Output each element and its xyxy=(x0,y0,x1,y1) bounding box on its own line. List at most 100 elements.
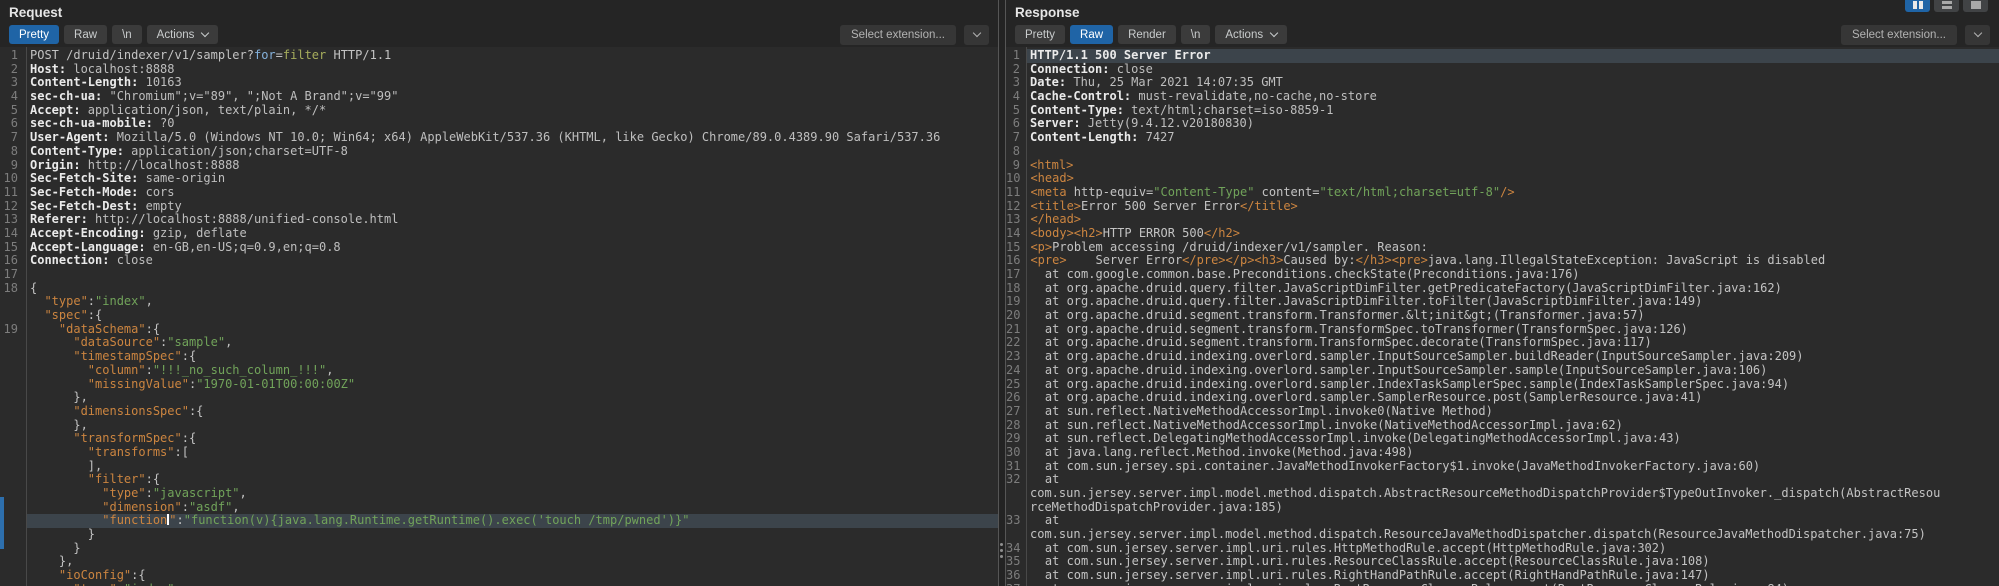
chevron-down-icon xyxy=(972,28,981,37)
tab-linebreak[interactable]: \n xyxy=(1180,25,1211,44)
tab-pretty[interactable]: Pretty xyxy=(1015,25,1066,44)
select-extension-chevron-button[interactable] xyxy=(1965,24,1990,45)
tab-raw[interactable]: Raw xyxy=(64,25,108,44)
code-row: 11 <meta http-equiv="Content-Type" conten… xyxy=(1006,184,1999,200)
line-number: 6 xyxy=(10,116,18,131)
code-row: } xyxy=(0,540,998,556)
code-text: "dimension":"asdf", xyxy=(30,499,240,514)
code-text: Accept: application/json, text/plain, */… xyxy=(30,102,327,117)
tab-pretty[interactable]: Pretty xyxy=(9,25,60,44)
code-text: Referer: http://localhost:8888/unified-c… xyxy=(30,212,399,227)
code-text: }, xyxy=(30,554,74,569)
gutter-separator xyxy=(1026,47,1027,586)
code-row: 24 at org.apache.druid.indexing.overlord… xyxy=(1006,362,1999,378)
code-row: "dataSource":"sample", xyxy=(0,336,998,350)
tab-linebreak[interactable]: \n xyxy=(112,25,142,44)
line-number: 7 xyxy=(10,130,18,145)
code-row: 31 at com.sun.jersey.spi.container.JavaM… xyxy=(1006,458,1999,474)
line-number: 14 xyxy=(3,225,18,240)
line-number: 18 xyxy=(1006,280,1021,295)
code-text: <pre> Server Error</pre></p><h3>Caused b… xyxy=(1030,253,1826,268)
code-row: 18 { xyxy=(0,281,998,296)
code-text: at org.apache.druid.query.filter.JavaScr… xyxy=(1030,280,1782,295)
code-row: 34 at com.sun.jersey.server.impl.uri.rul… xyxy=(1006,541,1999,556)
code-row: "transforms":[ xyxy=(0,445,998,460)
line-number: 5 xyxy=(10,102,18,117)
line-number: 20 xyxy=(1006,308,1021,323)
panel-divider-handle[interactable] xyxy=(1000,543,1003,546)
response-panel-title: Response xyxy=(1015,5,1080,20)
code-row: 33 at xyxy=(1006,514,1999,528)
line-number xyxy=(0,460,26,474)
code-row: 16 Connection: close xyxy=(0,253,998,268)
line-number xyxy=(0,336,26,350)
code-text: POST /druid/indexer/v1/sampler?for=filte… xyxy=(30,48,392,62)
code-row: 5 Accept: application/json, text/plain, *… xyxy=(0,102,998,118)
select-extension-dropdown[interactable]: Select extension... xyxy=(840,24,956,45)
code-text: } xyxy=(30,527,96,542)
tab-actions[interactable]: Actions xyxy=(146,25,219,44)
gutter-separator xyxy=(26,47,27,586)
code-text: User-Agent: Mozilla/5.0 (Windows NT 10.0… xyxy=(30,130,941,145)
line-number xyxy=(0,364,26,378)
line-number: 9 xyxy=(1012,157,1020,172)
code-row: 13 Referer: http://localhost:8888/unified… xyxy=(0,212,998,227)
code-row: 5 Content-Type: text/html;charset=iso-885… xyxy=(1006,102,1999,118)
code-row: 7 Content-Length: 7427 xyxy=(1006,130,1999,145)
code-row: "timestampSpec":{ xyxy=(0,349,998,364)
select-extension-label: Select extension... xyxy=(851,28,945,41)
line-number: 3 xyxy=(10,75,18,90)
code-row: 25 at org.apache.druid.indexing.overlord… xyxy=(1006,376,1999,392)
request-editor[interactable]: 1 POST /druid/indexer/v1/sampler?for=filt… xyxy=(0,47,998,586)
select-extension-dropdown[interactable]: Select extension... xyxy=(1841,24,1957,45)
layout-side-by-side-button[interactable] xyxy=(1905,0,1930,12)
line-number: 25 xyxy=(1006,376,1021,391)
code-text: at org.apache.druid.indexing.overlord.sa… xyxy=(1030,390,1703,405)
code-row: 4 Cache-Control: must-revalidate,no-cache… xyxy=(1006,89,1999,104)
code-text: at xyxy=(1030,472,1060,487)
line-number: 8 xyxy=(10,143,18,158)
code-text: } xyxy=(30,540,81,555)
layout-stacked-button[interactable] xyxy=(1934,0,1959,12)
line-number xyxy=(0,473,26,487)
line-number: 24 xyxy=(1006,362,1021,377)
code-row: ], xyxy=(0,459,998,474)
code-text: <meta http-equiv="Content-Type" content=… xyxy=(1030,184,1515,199)
code-row: 2 Host: localhost:8888 xyxy=(0,61,998,77)
line-number xyxy=(1006,528,1026,542)
line-number: 36 xyxy=(1006,568,1021,583)
line-number xyxy=(0,405,26,419)
code-row: "spec":{ xyxy=(0,308,998,323)
select-extension-label: Select extension... xyxy=(1852,28,1946,41)
code-row: 10 <head> xyxy=(1006,171,1999,186)
code-text: at org.apache.druid.segment.transform.Tr… xyxy=(1030,308,1645,323)
code-row: }, xyxy=(0,555,998,569)
code-row: 28 at sun.reflect.NativeMethodAccessorIm… xyxy=(1006,418,1999,433)
line-number: 22 xyxy=(1006,335,1021,350)
code-text: rceMethodDispatchProvider.java:185) xyxy=(1030,499,1283,514)
tab-render[interactable]: Render xyxy=(1118,25,1176,44)
line-number: 5 xyxy=(1012,102,1020,117)
code-row: 15 Accept-Language: en-GB,en-US;q=0.9,en;… xyxy=(0,240,998,255)
code-text: at org.apache.druid.segment.transform.Tr… xyxy=(1030,321,1688,336)
line-number xyxy=(0,555,26,569)
code-row: 3 Content-Length: 10163 xyxy=(0,76,998,90)
request-panel-title: Request xyxy=(9,5,63,20)
layout-single-button[interactable] xyxy=(1963,0,1988,12)
tab-raw[interactable]: Raw xyxy=(1070,25,1114,44)
tab-actions[interactable]: Actions xyxy=(1215,25,1288,44)
select-extension-chevron-button[interactable] xyxy=(964,24,989,45)
line-number: 21 xyxy=(1006,321,1021,336)
tab-label: \n xyxy=(122,28,132,41)
selection-marker xyxy=(0,497,4,549)
line-number: 31 xyxy=(1006,458,1021,473)
code-row: 6 sec-ch-ua-mobile: ?0 xyxy=(0,117,998,131)
code-row: "function ":"function(v){java.lang.Runtim… xyxy=(0,514,998,529)
code-text: at sun.reflect.DelegatingMethodAccessorI… xyxy=(1030,431,1681,446)
code-row: 35 at com.sun.jersey.server.impl.uri.rul… xyxy=(1006,555,1999,569)
response-editor[interactable]: 1 HTTP/1.1 500 Server Error 2 Connection: c… xyxy=(1006,47,1999,586)
code-text: Host: localhost:8888 xyxy=(30,61,175,76)
code-row: 12 <title>Error 500 Server Error</title> xyxy=(1006,199,1999,214)
line-number: 2 xyxy=(1012,61,1020,76)
